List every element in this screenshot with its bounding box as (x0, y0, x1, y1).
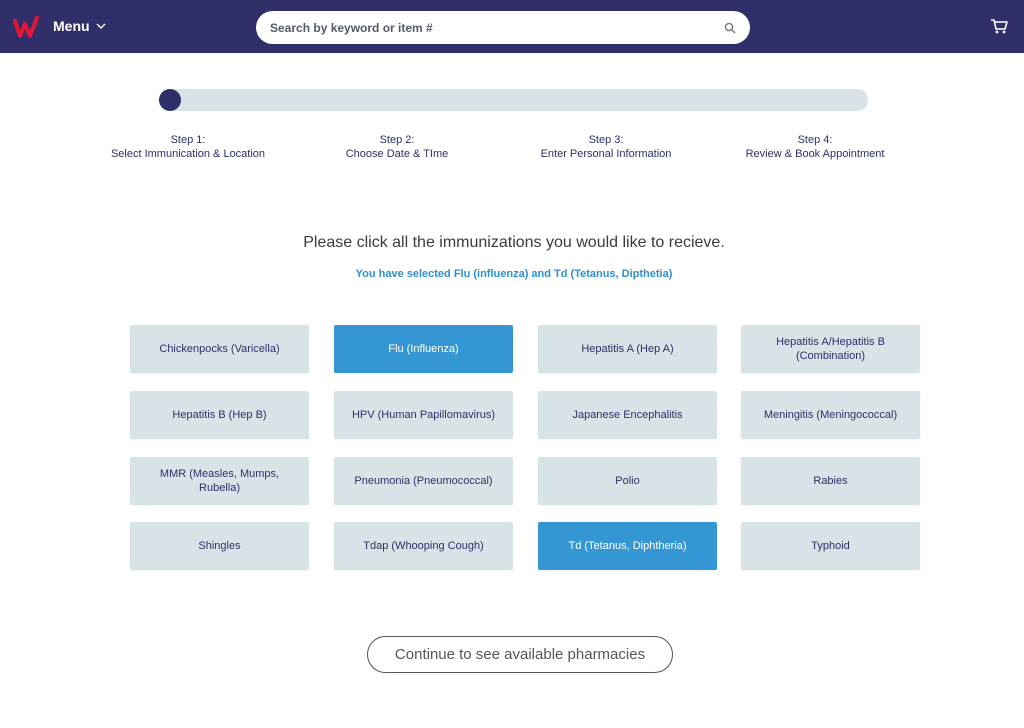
tile-label: Japanese Encephalitis (572, 409, 683, 421)
tile-label: Hepatitis B (Hep B) (172, 409, 267, 421)
step-labels: Step 1: Select Immunication & Location S… (0, 133, 1024, 163)
search-input[interactable] (270, 20, 724, 35)
immunization-rabies[interactable]: Rabies (741, 457, 920, 505)
step-1-title: Step 1: (170, 134, 206, 146)
step-3-title: Step 3: (588, 134, 624, 146)
tile-label: Tdap (Whooping Cough) (363, 540, 484, 552)
step-2-label: Choose Date & TIme (345, 148, 449, 160)
tile-label: Hepatitis A (Hep A) (581, 343, 674, 355)
tile-label: Td (Tetanus, Diphtheria) (568, 540, 687, 552)
tile-label: Flu (Influenza) (388, 343, 459, 355)
tile-label: HPV (Human Papillomavirus) (351, 409, 496, 421)
step-4: Step 4: Review & Book Appointment (705, 133, 925, 161)
immunization-shingles[interactable]: Shingles (130, 522, 309, 570)
tile-label: Pneumonia (Pneumococcal) (354, 475, 493, 487)
step-3: Step 3: Enter Personal Information (496, 133, 716, 161)
progress-indicator (159, 89, 181, 111)
search-bar (256, 11, 750, 44)
step-3-label: Enter Personal Information (540, 148, 672, 160)
immunization-flu[interactable]: Flu (Influenza) (334, 325, 513, 373)
step-4-title: Step 4: (797, 134, 833, 146)
immunization-meningitis[interactable]: Meningitis (Meningococcal) (741, 391, 920, 439)
tile-label: Meningitis (Meningococcal) (763, 409, 898, 421)
continue-button[interactable]: Continue to see available pharmacies (367, 636, 673, 673)
immunization-hepatitis-ab[interactable]: Hepatitis A/Hepatitis B (Combination) (741, 325, 920, 373)
immunization-chickenpox[interactable]: Chickenpocks (Varicella) (130, 325, 309, 373)
search-icon[interactable] (724, 22, 736, 34)
tile-label: Rabies (813, 475, 848, 487)
tile-label: Polio (615, 475, 640, 487)
step-1-label: Select Immunication & Location (110, 148, 266, 160)
immunization-hepatitis-a[interactable]: Hepatitis A (Hep A) (538, 325, 717, 373)
continue-label: Continue to see available pharmacies (394, 646, 646, 663)
chevron-down-icon (96, 23, 106, 29)
immunization-mmr[interactable]: MMR (Measles, Mumps, Rubella) (130, 457, 309, 505)
immunization-typhoid[interactable]: Typhoid (741, 522, 920, 570)
immunization-japanese-encephalitis[interactable]: Japanese Encephalitis (538, 391, 717, 439)
page-headline: Please click all the immunizations you w… (303, 234, 725, 251)
menu-label: Menu (53, 18, 90, 34)
immunization-td[interactable]: Td (Tetanus, Diphtheria) (538, 522, 717, 570)
step-1: Step 1: Select Immunication & Location (78, 133, 298, 161)
tile-label: Hepatitis A/Hepatitis B (Combination) (776, 336, 885, 362)
top-header: Menu (0, 0, 1024, 53)
tile-label: MMR (Measles, Mumps, Rubella) (159, 468, 280, 494)
immunization-pneumonia[interactable]: Pneumonia (Pneumococcal) (334, 457, 513, 505)
step-4-label: Review & Book Appointment (745, 148, 885, 160)
immunization-tdap[interactable]: Tdap (Whooping Cough) (334, 522, 513, 570)
step-2: Step 2: Choose Date & TIme (287, 133, 507, 161)
menu-button[interactable]: Menu (53, 16, 106, 36)
walgreens-logo[interactable] (12, 12, 42, 42)
immunization-hepatitis-b[interactable]: Hepatitis B (Hep B) (130, 391, 309, 439)
progress-bar (159, 89, 868, 111)
tile-label: Chickenpocks (Varicella) (159, 343, 280, 355)
immunization-hpv[interactable]: HPV (Human Papillomavirus) (334, 391, 513, 439)
selection-summary: You have selected Flu (influenza) and Td… (355, 268, 673, 280)
cart-icon[interactable] (990, 18, 1008, 34)
tile-label: Shingles (198, 540, 241, 552)
tile-label: Typhoid (811, 540, 850, 552)
step-2-title: Step 2: (379, 134, 415, 146)
immunization-polio[interactable]: Polio (538, 457, 717, 505)
